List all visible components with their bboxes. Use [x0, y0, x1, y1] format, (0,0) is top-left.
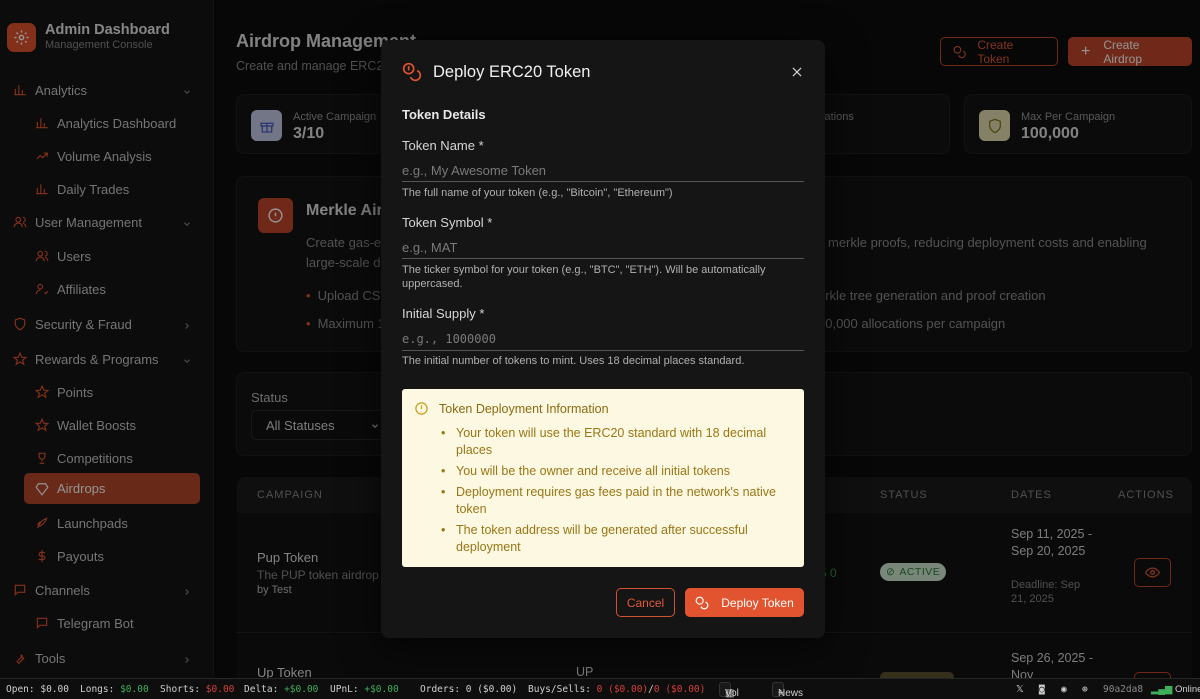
initial-supply-input[interactable]	[402, 328, 804, 351]
open-stat: Open: $0.00	[6, 684, 69, 695]
shorts-stat: Shorts: $0.00	[160, 684, 235, 695]
token-symbol-label: Token Symbol *	[402, 215, 493, 230]
list-item: Deployment requires gas fees paid in the…	[439, 484, 794, 518]
deploy-token-modal: Deploy ERC20 Token Token Details Token N…	[381, 40, 825, 638]
modal-title: Deploy ERC20 Token	[433, 63, 591, 81]
coins-icon	[695, 596, 709, 609]
signal-icon: ▂▄▆	[1151, 684, 1173, 695]
info-icon	[415, 402, 428, 415]
commit-hash: 90a2da8	[1103, 684, 1144, 695]
token-symbol-help: The ticker symbol for your token (e.g., …	[402, 264, 766, 290]
initial-supply-label: Initial Supply *	[402, 306, 485, 321]
close-icon[interactable]	[790, 65, 804, 79]
token-name-help: The full name of your token (e.g., "Bitc…	[402, 187, 673, 199]
news-button[interactable]: + News	[772, 682, 803, 699]
status-bar: Open: $0.00 Longs: $0.00 Shorts: $0.00 D…	[0, 678, 1200, 699]
discord-icon[interactable]: ◙	[1039, 684, 1045, 695]
telegram-icon[interactable]: ◉	[1061, 684, 1067, 695]
vol-button[interactable]: ▥ Vol	[719, 682, 739, 699]
list-item: The token address will be generated afte…	[439, 522, 794, 556]
app-root: Admin Dashboard Management Console Analy…	[0, 0, 1200, 699]
section-heading: Token Details	[402, 107, 486, 122]
x-icon[interactable]: 𝕏	[1016, 684, 1024, 695]
token-symbol-input[interactable]	[402, 236, 804, 259]
coins-icon	[402, 62, 422, 82]
deployment-info-box: Token Deployment Information Your token …	[402, 389, 804, 567]
delta-stat: Delta: +$0.00	[244, 684, 319, 695]
deploy-token-label: Deploy Token	[721, 595, 794, 610]
upnl-stat: UPnL: +$0.00	[330, 684, 399, 695]
list-item: Your token will use the ERC20 standard w…	[439, 425, 794, 459]
longs-stat: Longs: $0.00	[80, 684, 149, 695]
list-item: You will be the owner and receive all in…	[439, 463, 794, 480]
deploy-token-button[interactable]: Deploy Token	[685, 588, 804, 617]
info-list: Your token will use the ERC20 standard w…	[439, 425, 794, 560]
cancel-button[interactable]: Cancel	[616, 588, 675, 617]
initial-supply-help: The initial number of tokens to mint. Us…	[402, 355, 745, 367]
token-name-input[interactable]	[402, 159, 804, 182]
online-status: ▂▄▆ Online	[1151, 684, 1200, 695]
token-name-label: Token Name *	[402, 138, 484, 153]
globe-icon[interactable]: ⊕	[1082, 684, 1088, 695]
buys-sells-stat: Buys/Sells: 0 ($0.00)/0 ($0.00)	[528, 684, 706, 695]
info-title: Token Deployment Information	[439, 402, 609, 416]
orders-stat: Orders: 0 ($0.00)	[420, 684, 518, 695]
